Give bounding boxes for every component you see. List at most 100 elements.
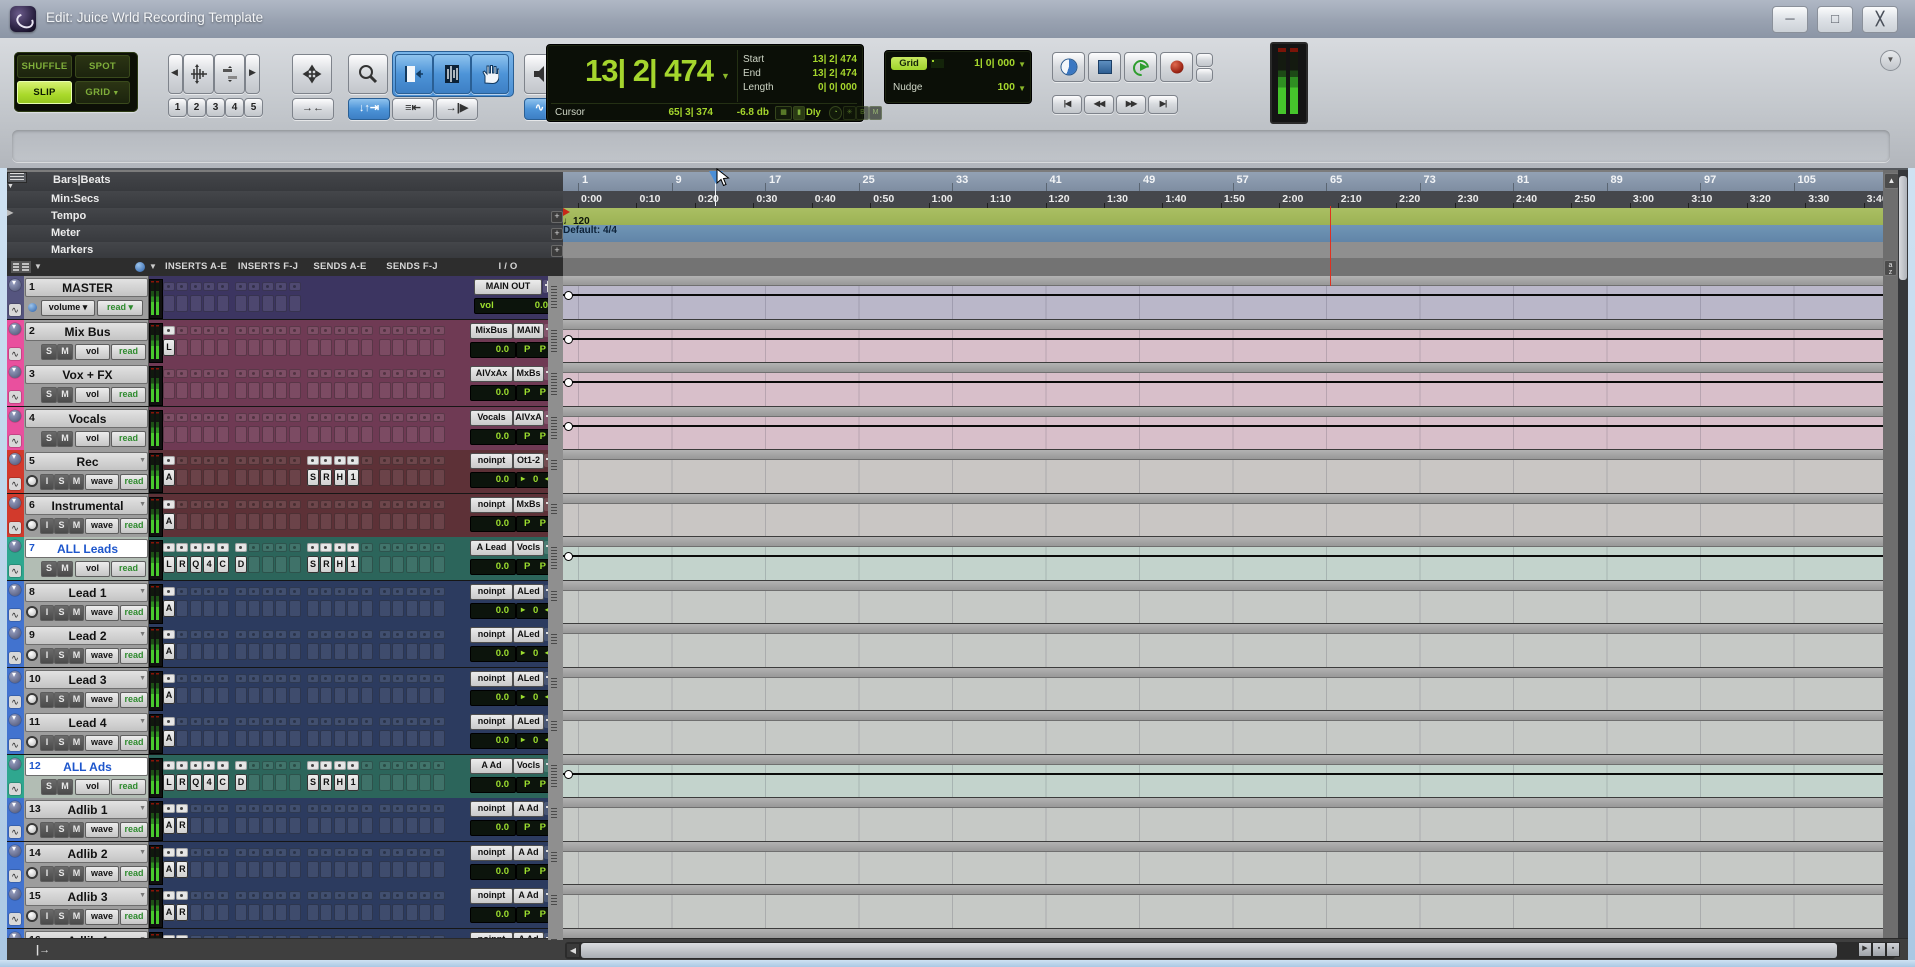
send-slot[interactable]	[419, 904, 431, 921]
send-slot[interactable]	[307, 861, 319, 878]
insert-slot-indicator[interactable]	[289, 674, 301, 683]
automation-breakpoint[interactable]	[564, 378, 573, 387]
send-slot[interactable]	[433, 339, 445, 356]
lane-body[interactable]	[563, 721, 1883, 754]
trim-tool-button[interactable]	[395, 54, 433, 94]
track-automation-icon[interactable]: ∿	[9, 696, 21, 708]
insert-slot[interactable]	[289, 774, 301, 791]
end-value[interactable]: 13| 2| 474	[812, 68, 857, 79]
insert-slot[interactable]	[217, 817, 229, 834]
play-button[interactable]	[1124, 52, 1157, 82]
insert-slot-indicator[interactable]	[190, 369, 202, 378]
send-slot-indicator[interactable]	[307, 848, 319, 857]
insert-slot[interactable]	[248, 904, 260, 921]
input-path-button[interactable]: noinpt	[470, 584, 513, 600]
input-monitor-button[interactable]: I	[40, 735, 54, 751]
insert-slot[interactable]	[190, 426, 202, 443]
track-view-selector[interactable]: wave	[85, 605, 119, 621]
solo-button[interactable]: S	[54, 605, 69, 621]
track-height-az-button[interactable]: az	[1884, 260, 1897, 276]
insert-slot-indicator[interactable]	[262, 282, 274, 291]
send-slot[interactable]	[406, 600, 418, 617]
insert-slot-indicator[interactable]	[163, 804, 175, 813]
send-slot-indicator[interactable]	[419, 674, 431, 683]
ruler-view-icon[interactable]	[7, 172, 27, 183]
insert-slot[interactable]: C	[217, 556, 229, 573]
track-name[interactable]: Vox + FX	[40, 368, 135, 382]
send-slot-indicator[interactable]	[334, 891, 346, 900]
send-slot[interactable]	[307, 339, 319, 356]
solo-button[interactable]: S	[54, 735, 69, 751]
insert-slot[interactable]	[217, 426, 229, 443]
mute-button[interactable]: M	[69, 474, 84, 490]
scroll-left-button[interactable]: ◀	[567, 944, 579, 957]
length-value[interactable]: 0| 0| 000	[818, 82, 857, 93]
toolbar-options-menu-button[interactable]: ▼	[1880, 50, 1901, 71]
output-path-button[interactable]: A Ad	[513, 888, 544, 904]
link-timeline-edit-button[interactable]: ↓↑⇥	[348, 98, 390, 120]
insert-slot-indicator[interactable]	[163, 456, 175, 465]
track-name[interactable]: Lead 1	[40, 586, 135, 600]
insert-slot[interactable]	[289, 687, 301, 704]
markers-add-button[interactable]: +	[551, 245, 563, 257]
track-lane-all-ads[interactable]	[563, 755, 1883, 799]
send-slot-indicator[interactable]	[320, 456, 332, 465]
send-slot[interactable]	[406, 339, 418, 356]
track-color-tab[interactable]: ∿	[7, 624, 24, 667]
mute-button[interactable]: M	[57, 344, 73, 360]
insert-slot-indicator[interactable]	[262, 543, 274, 552]
insert-slot-indicator[interactable]	[190, 848, 202, 857]
insert-slot[interactable]	[248, 774, 260, 791]
insert-slot[interactable]	[235, 730, 247, 747]
output-path-button[interactable]: ALed	[513, 627, 544, 643]
insert-slot-indicator[interactable]	[217, 804, 229, 813]
send-slot-indicator[interactable]	[406, 630, 418, 639]
send-slot-indicator[interactable]	[361, 804, 373, 813]
insert-slot[interactable]	[203, 513, 215, 530]
send-slot[interactable]	[361, 339, 373, 356]
send-slot-indicator[interactable]	[379, 369, 391, 378]
insert-slot-indicator[interactable]	[262, 761, 274, 770]
track-name[interactable]: Instrumental	[40, 499, 135, 513]
track-lane-lead-3[interactable]	[563, 668, 1883, 712]
insert-slot[interactable]	[176, 687, 188, 704]
session-status-icon-3[interactable]: B	[856, 106, 869, 120]
insert-slot-indicator[interactable]	[275, 456, 287, 465]
insert-slot-indicator[interactable]	[248, 500, 260, 509]
track-name-box[interactable]: 1MASTER	[25, 278, 148, 297]
insert-slot[interactable]: L	[163, 774, 175, 791]
insert-slot-indicator[interactable]	[163, 326, 175, 335]
insert-slot-indicator[interactable]	[203, 326, 215, 335]
send-slot[interactable]	[307, 426, 319, 443]
send-slot[interactable]	[419, 513, 431, 530]
send-slot[interactable]	[347, 643, 359, 660]
automation-breakpoint[interactable]	[564, 291, 573, 300]
send-slot[interactable]	[406, 730, 418, 747]
send-slot[interactable]	[334, 861, 346, 878]
send-slot[interactable]	[392, 600, 404, 617]
maximize-button[interactable]: □	[1817, 6, 1853, 33]
record-enable-button[interactable]	[28, 869, 36, 877]
send-slot-indicator[interactable]	[392, 326, 404, 335]
send-slot[interactable]	[392, 556, 404, 573]
send-slot[interactable]	[347, 687, 359, 704]
insert-slot-indicator[interactable]	[275, 848, 287, 857]
track-name[interactable]: Mix Bus	[40, 325, 135, 339]
volume-display[interactable]: 0.0	[470, 559, 516, 575]
insert-slot-indicator[interactable]	[203, 456, 215, 465]
send-slot-indicator[interactable]	[347, 500, 359, 509]
track-collapse-icon[interactable]	[9, 888, 21, 900]
send-slot[interactable]	[392, 339, 404, 356]
lane-body[interactable]	[563, 504, 1883, 537]
insert-slot[interactable]	[275, 426, 287, 443]
input-monitor-button[interactable]: I	[40, 692, 54, 708]
insert-slot-indicator[interactable]	[248, 674, 260, 683]
output-path-button[interactable]: ALed	[513, 714, 544, 730]
insert-slot[interactable]	[203, 687, 215, 704]
insert-slot[interactable]	[217, 469, 229, 486]
send-slot[interactable]	[379, 513, 391, 530]
zoom-preset-4[interactable]: 4	[225, 98, 244, 117]
send-slot-indicator[interactable]	[433, 369, 445, 378]
track-collapse-icon[interactable]	[9, 540, 21, 552]
insert-slot-indicator[interactable]	[190, 543, 202, 552]
